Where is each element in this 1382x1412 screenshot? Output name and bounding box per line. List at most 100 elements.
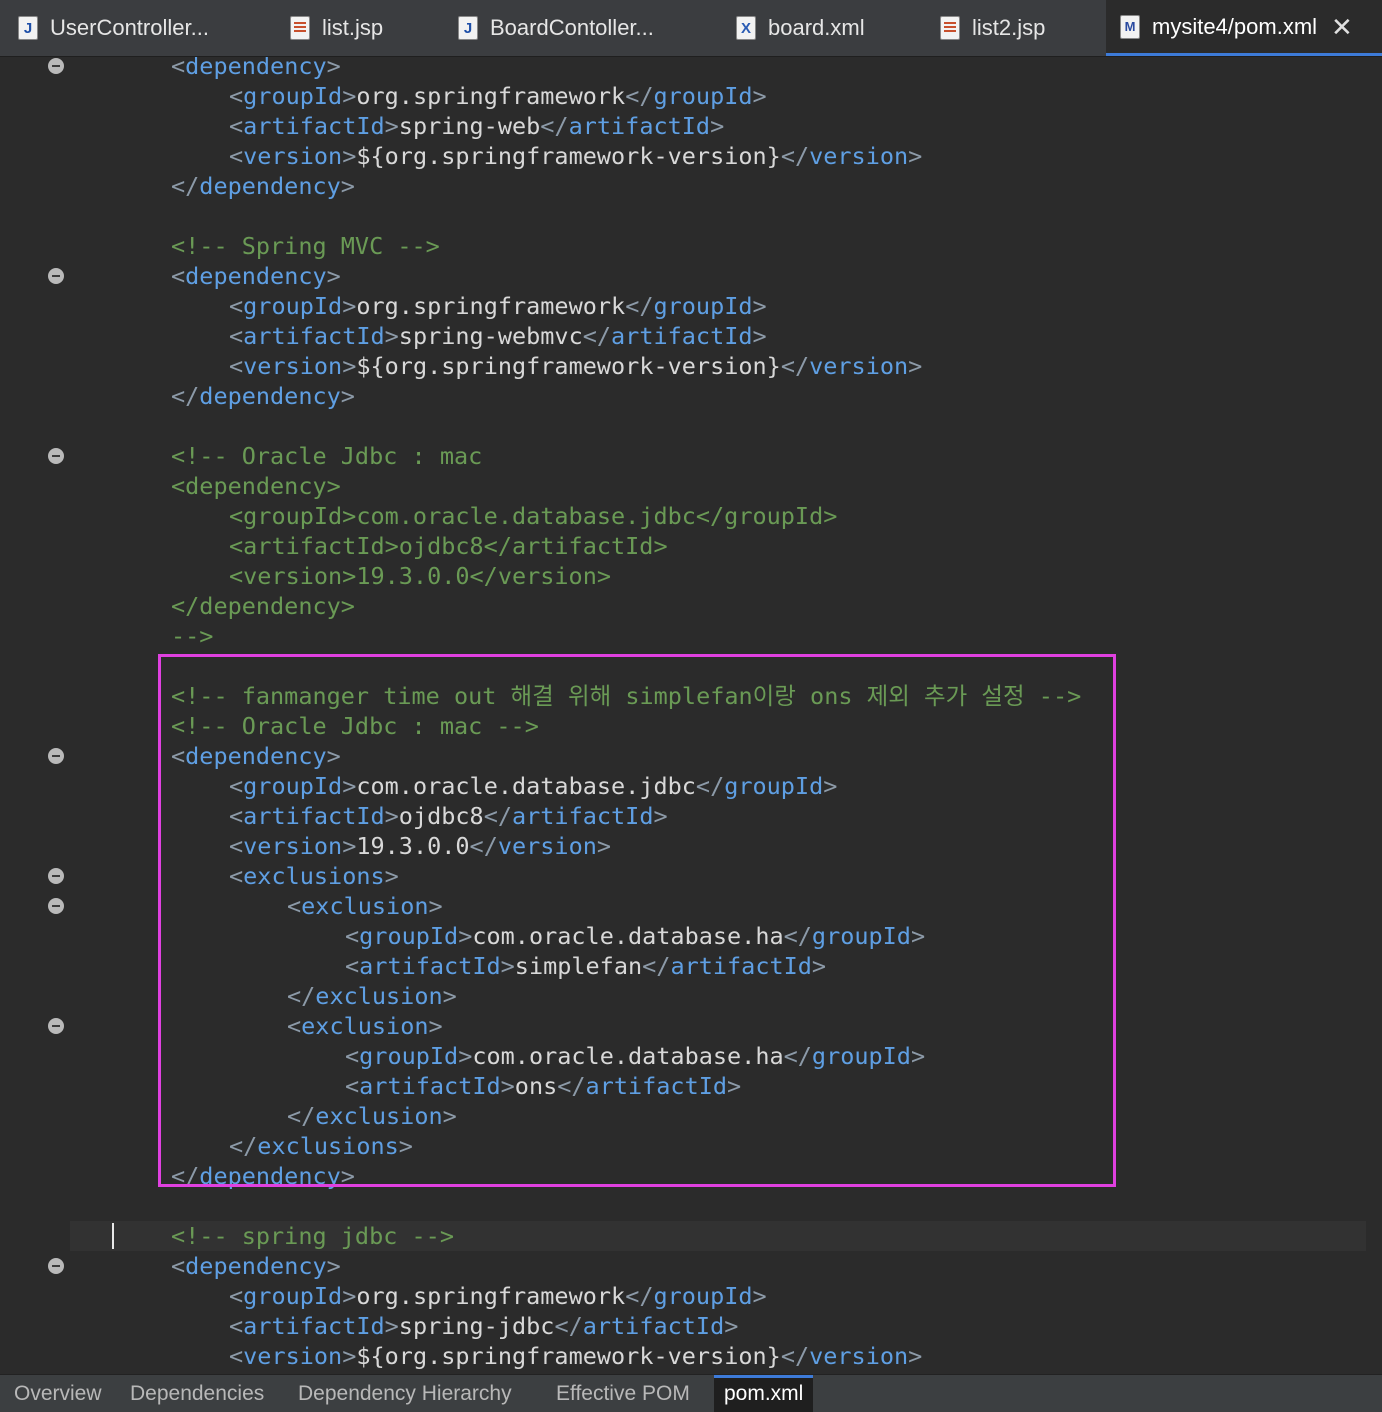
- xml-bracket: <: [171, 1252, 186, 1280]
- xml-comment: <version>19.3.0.0</version>: [229, 562, 612, 590]
- xml-tag-name: version: [243, 832, 343, 860]
- xml-text-value: ${org.springframework-version}: [356, 1342, 781, 1370]
- code-text: <version>${org.springframework-version}<…: [229, 1341, 922, 1371]
- code-text: <groupId>org.springframework</groupId>: [229, 291, 767, 321]
- code-text: -->: [171, 621, 213, 651]
- fold-collapse-icon[interactable]: [48, 268, 64, 284]
- xml-bracket: >: [342, 352, 357, 380]
- fold-collapse-icon[interactable]: [48, 868, 64, 884]
- code-line: <groupId>com.oracle.database.ha</groupId…: [6, 921, 1382, 951]
- xml-text-value: com.oracle.database.ha: [472, 1042, 784, 1070]
- code-line: <dependency>: [6, 261, 1382, 291]
- fold-collapse-icon[interactable]: [48, 448, 64, 464]
- xml-text-value: com.oracle.database.ha: [472, 922, 784, 950]
- code-line: <groupId>org.springframework</groupId>: [6, 291, 1382, 321]
- xml-tag-name: dependency: [185, 57, 327, 80]
- xml-bracket: <: [229, 82, 244, 110]
- tab-dependency-hierarchy[interactable]: Dependency Hierarchy: [298, 1375, 512, 1412]
- code-line: </exclusion>: [6, 1101, 1382, 1131]
- xml-comment: <!-- Oracle Jdbc : mac: [171, 442, 483, 470]
- code-text: <groupId>org.springframework</groupId>: [229, 81, 767, 111]
- xml-text-value: spring-webmvc: [398, 322, 583, 350]
- xml-bracket: </: [554, 1312, 583, 1340]
- code-line: <!-- Spring MVC -->: [6, 231, 1382, 261]
- tab-board-xml[interactable]: X board.xml: [736, 0, 865, 56]
- jsp-file-icon: [290, 16, 310, 40]
- xml-bracket: <: [229, 112, 244, 140]
- xml-bracket: >: [910, 1042, 926, 1070]
- tab-list-jsp[interactable]: list.jsp: [290, 0, 383, 56]
- xml-bracket: >: [596, 832, 612, 860]
- xml-bracket: >: [340, 1162, 355, 1190]
- code-text: </dependency>: [171, 591, 355, 621]
- fold-collapse-icon[interactable]: [48, 1018, 64, 1034]
- code-line: </dependency>: [6, 1161, 1382, 1191]
- xml-bracket: </: [780, 352, 810, 380]
- xml-bracket: </: [642, 952, 671, 980]
- code-text: <groupId>com.oracle.database.jdbc</group…: [229, 771, 837, 801]
- xml-tag-name: version: [243, 142, 343, 170]
- xml-source-editor[interactable]: <dependency> <groupId>org.springframework…: [6, 57, 1382, 1374]
- code-text: <exclusion>: [287, 891, 443, 921]
- code-text: </dependency>: [171, 171, 355, 201]
- code-text: <groupId>org.springframework</groupId>: [229, 1281, 767, 1311]
- xml-tag-name: groupId: [243, 292, 343, 320]
- xml-bracket: <: [171, 57, 186, 80]
- tab-dependencies[interactable]: Dependencies: [130, 1375, 264, 1412]
- code-text: <!-- Oracle Jdbc : mac -->: [171, 711, 539, 741]
- code-line: <groupId>org.springframework</groupId>: [6, 1281, 1382, 1311]
- xml-text-value: spring-web: [398, 112, 541, 140]
- xml-bracket: </: [171, 172, 200, 200]
- tab-effective-pom[interactable]: Effective POM: [556, 1375, 690, 1412]
- code-line: <exclusion>: [6, 1011, 1382, 1041]
- code-text: <groupId>com.oracle.database.ha</groupId…: [345, 921, 925, 951]
- xml-tag-name: artifactId: [582, 1312, 725, 1340]
- tab-user-controller[interactable]: J UserController...: [18, 0, 209, 56]
- editor-tab-bar: J UserController... list.jsp J BoardCont…: [0, 0, 1382, 57]
- fold-collapse-icon[interactable]: [48, 58, 64, 74]
- pom-editor-page-tabs: Overview Dependencies Dependency Hierarc…: [0, 1374, 1382, 1412]
- xml-comment: <!-- fanmanger time out 해결 위해 simplefan이…: [171, 682, 1082, 710]
- xml-bracket: >: [908, 142, 923, 170]
- xml-comment: -->: [171, 622, 214, 650]
- code-line: <artifactId>spring-webmvc</artifactId>: [6, 321, 1382, 351]
- xml-tag-name: dependency: [199, 382, 341, 410]
- xml-bracket: </: [625, 292, 654, 320]
- xml-bracket: </: [783, 1042, 812, 1070]
- tab-list2-jsp[interactable]: list2.jsp: [940, 0, 1045, 56]
- java-file-icon: J: [18, 16, 38, 40]
- xml-bracket: <: [345, 1042, 360, 1070]
- xml-tag-name: dependency: [185, 1252, 327, 1280]
- tab-pom-xml[interactable]: M mysite4/pom.xml ✕: [1106, 0, 1382, 56]
- close-icon[interactable]: ✕: [1331, 14, 1353, 40]
- java-file-icon: J: [458, 16, 478, 40]
- xml-tag-name: version: [809, 1342, 909, 1370]
- fold-collapse-icon[interactable]: [48, 1258, 64, 1274]
- xml-tag-name: artifactId: [359, 952, 501, 980]
- xml-tag-name: artifactId: [359, 1072, 501, 1100]
- code-text: <!-- Spring MVC -->: [171, 231, 440, 261]
- tab-overview[interactable]: Overview: [14, 1375, 102, 1412]
- xml-text-value: org.springframework: [356, 82, 626, 110]
- xml-bracket: </: [171, 382, 200, 410]
- xml-bracket: >: [752, 82, 767, 110]
- xml-bracket: <: [229, 802, 244, 830]
- tab-pom-xml-source[interactable]: pom.xml: [714, 1375, 814, 1412]
- code-text: <version>19.3.0.0</version>: [229, 561, 611, 591]
- code-line: <version>19.3.0.0</version>: [6, 831, 1382, 861]
- xml-tag-name: exclusions: [257, 1132, 399, 1160]
- xml-bracket: <: [345, 952, 360, 980]
- tab-label: UserController...: [50, 15, 209, 40]
- tab-board-controller[interactable]: J BoardContoller...: [458, 0, 654, 56]
- xml-comment: <artifactId>ojdbc8</artifactId>: [229, 532, 668, 560]
- fold-collapse-icon[interactable]: [48, 898, 64, 914]
- xml-tag-name: artifactId: [243, 802, 385, 830]
- code-text: <dependency>: [171, 57, 341, 81]
- xml-tag-name: artifactId: [611, 322, 753, 350]
- code-text: <!-- Oracle Jdbc : mac: [171, 441, 482, 471]
- code-text: <artifactId>spring-webmvc</artifactId>: [229, 321, 767, 351]
- code-text: <version>${org.springframework-version}<…: [229, 351, 922, 381]
- xml-bracket: </: [582, 322, 612, 350]
- fold-collapse-icon[interactable]: [48, 748, 64, 764]
